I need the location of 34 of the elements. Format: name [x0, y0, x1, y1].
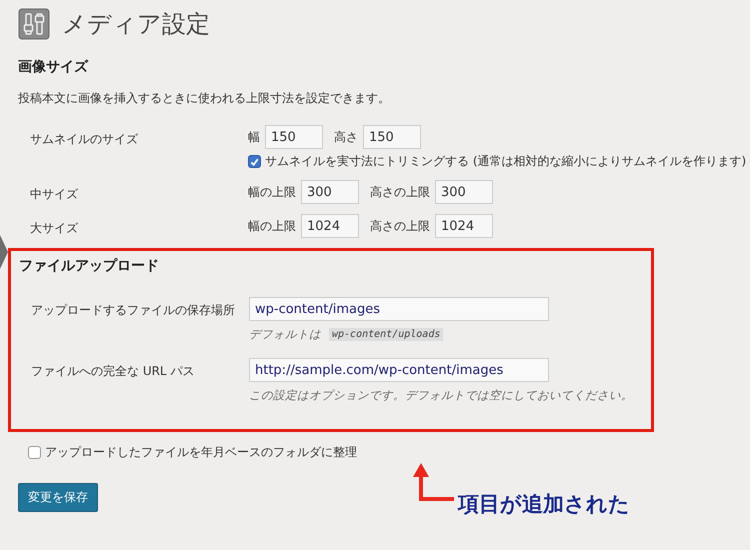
- section-heading: 画像サイズ: [18, 58, 90, 76]
- field-label: 幅の上限: [248, 184, 296, 200]
- field-label: 高さ: [334, 128, 358, 146]
- field-label: 幅: [248, 128, 260, 146]
- setting-label: サムネイルのサイズ: [29, 131, 139, 148]
- section-description: 投稿本文に画像を挿入するときに使われる上限寸法を設定できます。: [18, 90, 391, 107]
- setting-label: 中サイズ: [29, 186, 79, 203]
- size-input[interactable]: 150: [265, 125, 323, 149]
- setting-label: アップロードするファイルの保存場所: [30, 302, 236, 319]
- size-input[interactable]: 300: [301, 180, 359, 204]
- path-input[interactable]: wp-content/images: [249, 297, 549, 321]
- size-input[interactable]: 300: [435, 180, 493, 204]
- menu-pointer-icon: [0, 235, 8, 269]
- field-label: 幅の上限: [248, 218, 296, 234]
- size-input[interactable]: 1024: [301, 214, 359, 238]
- sliders-icon: [18, 8, 50, 40]
- hint-text: デフォルトは: [249, 327, 321, 342]
- path-input[interactable]: http://sample.com/wp-content/images: [249, 358, 549, 382]
- hint-text: この設定はオプションです。デフォルトでは空にしておいてください。: [249, 388, 633, 403]
- checkbox[interactable]: [248, 155, 261, 168]
- checkbox-label: アップロードしたファイルを年月ベースのフォルダに整理: [45, 444, 357, 461]
- setting-label: ファイルへの完全な URL パス: [30, 363, 196, 380]
- page-title: メディア設定: [62, 9, 210, 40]
- size-input[interactable]: 150: [363, 125, 421, 149]
- checkbox[interactable]: [28, 446, 41, 459]
- checkbox-label: サムネイルを実寸法にトリミングする (通常は相対的な縮小によりサムネイルを作ります): [265, 153, 746, 170]
- code-text: wp-content/uploads: [329, 328, 444, 341]
- field-label: 高さの上限: [370, 218, 430, 234]
- setting-label: 大サイズ: [29, 220, 79, 237]
- field-label: 高さの上限: [370, 184, 430, 200]
- annotation-text: 項目が追加された: [458, 491, 630, 518]
- section-heading: ファイルアップロード: [19, 257, 160, 275]
- save-button[interactable]: 変更を保存: [18, 483, 98, 512]
- size-input[interactable]: 1024: [435, 214, 493, 238]
